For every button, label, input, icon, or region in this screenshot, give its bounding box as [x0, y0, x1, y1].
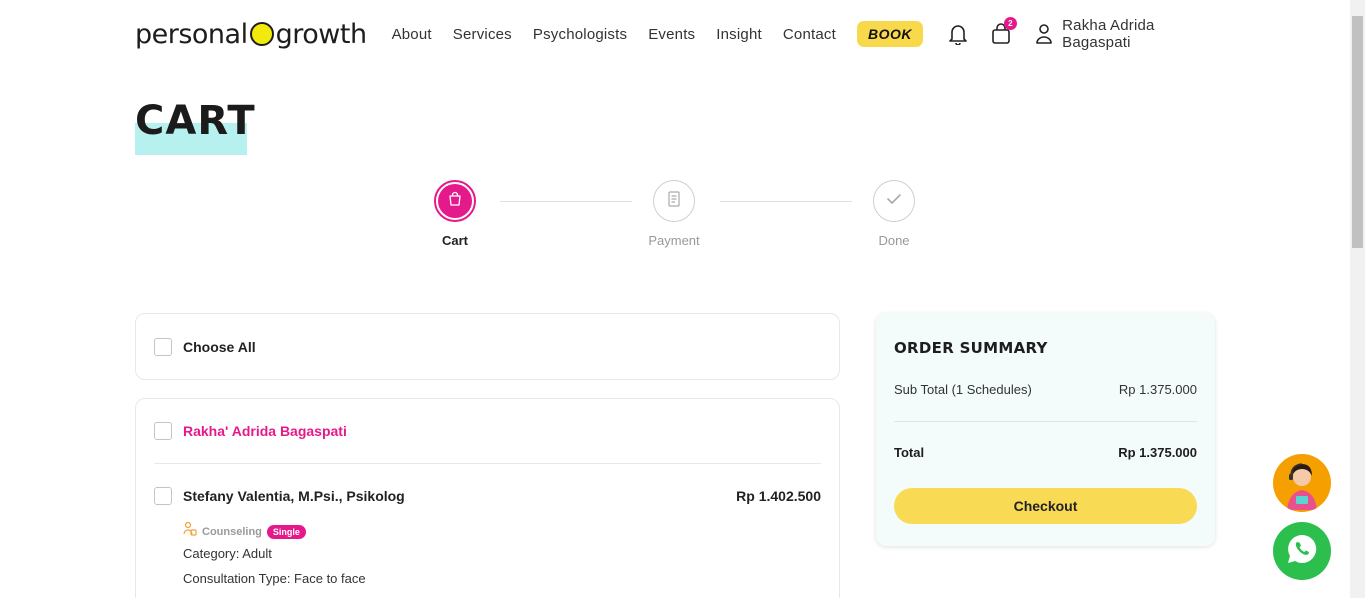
step-done-circle [873, 180, 915, 222]
nav-psychologists[interactable]: Psychologists [533, 26, 627, 43]
service-name: Counseling [202, 525, 262, 538]
logo-dot-icon [249, 22, 274, 46]
step-cart-circle [434, 180, 476, 222]
item-checkbox[interactable] [154, 487, 172, 505]
owner-name: Rakha' Adrida Bagaspati [183, 423, 347, 439]
step-done: Done [854, 180, 934, 248]
nav-events[interactable]: Events [648, 26, 695, 43]
choose-all-card: Choose All [135, 313, 840, 380]
page-title-wrap: CART [135, 98, 256, 155]
group-divider [154, 463, 821, 464]
summary-total-row: Total Rp 1.375.000 [894, 445, 1197, 460]
step-payment: Payment [634, 180, 714, 248]
summary-divider [894, 421, 1197, 422]
assistant-button[interactable] [1273, 454, 1331, 512]
step-payment-circle [653, 180, 695, 222]
summary-title: ORDER SUMMARY [894, 339, 1048, 357]
main-nav: About Services Psychologists Events Insi… [392, 21, 923, 47]
assistant-icon [1273, 454, 1331, 512]
cart-icon[interactable]: 2 [990, 17, 1017, 45]
step-payment-label: Payment [648, 233, 700, 248]
user-icon [1034, 23, 1054, 45]
item-consultation-type: Consultation Type: Face to face [183, 571, 366, 586]
nav-about[interactable]: About [392, 26, 432, 43]
book-button[interactable]: BOOK [856, 21, 923, 47]
cart-group-card: Rakha' Adrida Bagaspati Stefany Valentia… [135, 398, 840, 598]
stepper-line-2 [720, 201, 852, 202]
item-price: Rp 1.402.500 [736, 488, 821, 504]
step-done-label: Done [878, 233, 910, 248]
service-badge: Single [266, 524, 306, 539]
logo-text-right: growth [275, 18, 367, 50]
whatsapp-button[interactable] [1273, 522, 1331, 580]
cart-item: Stefany Valentia, M.Psi., Psikolog [154, 487, 405, 505]
receipt-icon [667, 190, 681, 212]
summary-subtotal-row: Sub Total (1 Schedules) Rp 1.375.000 [894, 382, 1197, 397]
check-icon [886, 192, 902, 211]
subtotal-label: Sub Total (1 Schedules) [894, 382, 1032, 397]
step-cart: Cart [415, 180, 495, 248]
owner-checkbox[interactable] [154, 422, 172, 440]
choose-all-checkbox[interactable] [154, 338, 172, 356]
order-summary: ORDER SUMMARY Sub Total (1 Schedules) Rp… [876, 313, 1215, 546]
service-icon [183, 521, 197, 542]
user-menu[interactable]: Rakha Adrida Bagaspati [1034, 17, 1215, 51]
user-name: Rakha Adrida Bagaspati [1062, 17, 1155, 51]
service-tag: Counseling Single [183, 521, 306, 542]
checkout-button[interactable]: Checkout [894, 488, 1197, 524]
psychologist-name: Stefany Valentia, M.Psi., Psikolog [183, 488, 405, 504]
site-header: personal growth About Services Psycholog… [135, 14, 1215, 54]
item-category: Category: Adult [183, 546, 272, 561]
scrollbar[interactable] [1350, 0, 1365, 598]
nav-contact[interactable]: Contact [783, 26, 836, 43]
logo[interactable]: personal growth [135, 19, 367, 50]
cart-count-badge: 2 [1003, 17, 1017, 30]
step-cart-label: Cart [441, 233, 468, 248]
scrollbar-thumb[interactable] [1352, 16, 1363, 248]
subtotal-value: Rp 1.375.000 [1118, 382, 1197, 397]
total-label: Total [894, 445, 925, 460]
stepper-line-1 [500, 201, 632, 202]
nav-insight[interactable]: Insight [716, 26, 762, 43]
total-value: Rp 1.375.000 [1118, 445, 1197, 460]
nav-services[interactable]: Services [453, 26, 512, 43]
logo-text-left: personal [135, 18, 248, 50]
page-title: CART [135, 98, 256, 144]
choose-all-label: Choose All [183, 339, 256, 355]
whatsapp-icon [1285, 532, 1319, 571]
shopping-bag-icon [447, 191, 463, 212]
bell-icon[interactable] [948, 23, 968, 45]
